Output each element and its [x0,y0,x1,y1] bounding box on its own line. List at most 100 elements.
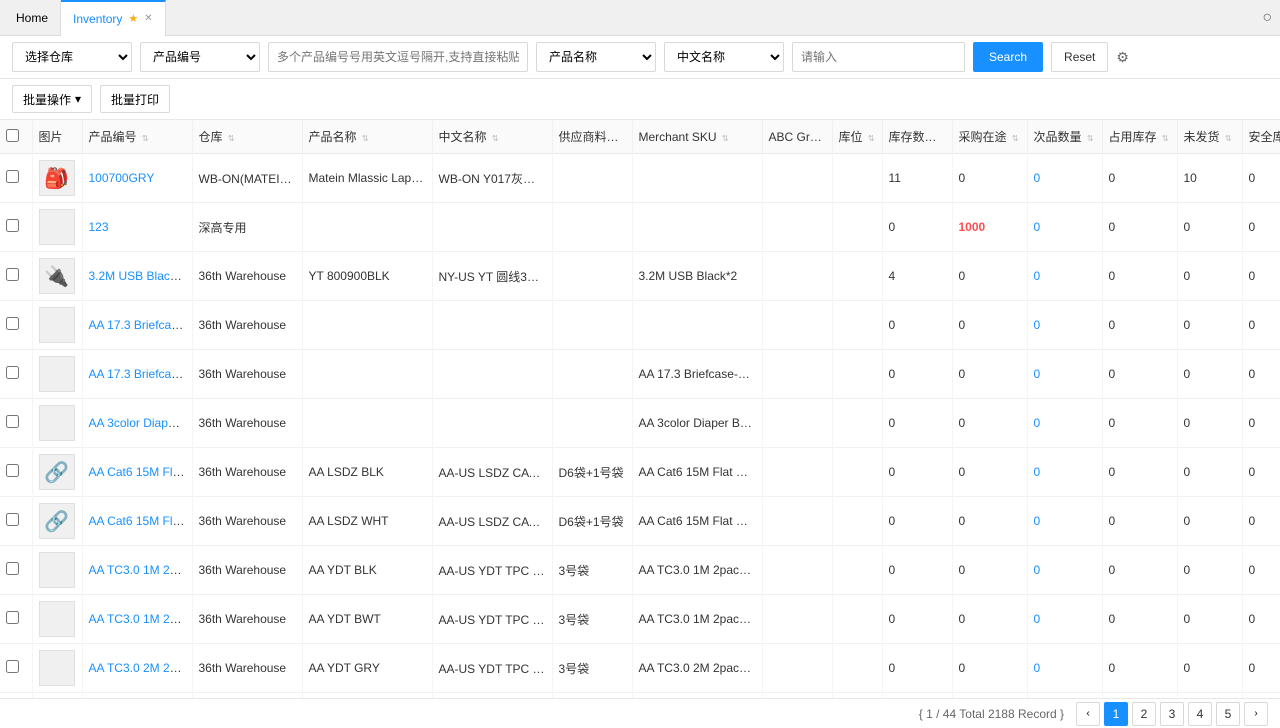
header-supplier[interactable]: 供应商料号 ⇅ [552,120,632,154]
star-icon[interactable]: ★ [128,12,138,25]
page-2-button[interactable]: 2 [1132,702,1156,726]
sku-link[interactable]: AA Cat6 15M Flat WHT LSDZ 2004A [89,514,193,528]
row-checkbox[interactable] [6,464,19,477]
sku-link[interactable]: 3.2M USB Black*2 [89,269,188,283]
row-checkbox-cell[interactable] [0,350,32,399]
row-secondary[interactable]: 0 [1027,497,1102,546]
header-safe[interactable]: 安全库存 ⇅ [1242,120,1280,154]
row-secondary[interactable]: 0 [1027,154,1102,203]
sku-input[interactable] [268,42,528,72]
close-icon[interactable]: ✕ [144,13,152,24]
secondary-link[interactable]: 0 [1034,367,1041,381]
secondary-link[interactable]: 0 [1034,563,1041,577]
row-checkbox[interactable] [6,317,19,330]
secondary-link[interactable]: 0 [1034,465,1041,479]
header-occupied[interactable]: 占用库存 ⇅ [1102,120,1177,154]
sku-select[interactable]: 产品编号 [140,42,260,72]
row-sku[interactable]: AA 17.3 Briefcase-6601 BLK LQX 10... [82,301,192,350]
header-stock[interactable]: 库存数量 ⇅ [882,120,952,154]
row-secondary[interactable]: 0 [1027,350,1102,399]
row-checkbox[interactable] [6,415,19,428]
sku-link[interactable]: AA 17.3 Briefcase-6601 BLK LQX 10... [89,367,193,381]
header-cname[interactable]: 中文名称 ⇅ [432,120,552,154]
secondary-link[interactable]: 0 [1034,171,1041,185]
sort-icon[interactable]: ⇅ [142,134,149,143]
secondary-link[interactable]: 0 [1034,220,1041,234]
sort-icon[interactable]: ⇅ [1012,134,1019,143]
sort-icon[interactable]: ⇅ [1162,134,1169,143]
header-loc[interactable]: 库位 ⇅ [832,120,882,154]
sku-link[interactable]: AA Cat6 15M Flat BLK LSDZ 2005A [89,465,193,479]
row-checkbox[interactable] [6,268,19,281]
product-name-select[interactable]: 产品名称 [536,42,656,72]
sku-link[interactable]: AA TC3.0 1M 2pack Nylon BWT YDT ... [89,612,193,626]
row-sku[interactable]: AA TC3.0 1M 2pack Nylon BWT YDT ... [82,595,192,644]
window-close-icon[interactable]: ○ [1262,9,1272,27]
row-secondary[interactable]: 0 [1027,399,1102,448]
row-secondary[interactable]: 0 [1027,301,1102,350]
page-5-button[interactable]: 5 [1216,702,1240,726]
reset-button[interactable]: Reset [1051,42,1108,72]
row-secondary[interactable]: 0 [1027,448,1102,497]
row-sku[interactable]: 3.2M USB Black*2 [82,252,192,301]
header-secondary[interactable]: 次品数量 ⇅ [1027,120,1102,154]
sort-icon[interactable]: ⇅ [722,134,729,143]
sku-link[interactable]: AA TC3.0 2M 2pack Nylon GRY YDT 2... [89,661,193,675]
sku-link[interactable]: AA TC3.0 1M 2pack Nylon BLK YDT 2... [89,563,193,577]
select-all-checkbox[interactable] [6,129,19,142]
row-checkbox-cell[interactable] [0,595,32,644]
row-checkbox-cell[interactable] [0,546,32,595]
sku-link[interactable]: 100700GRY [89,171,155,185]
sort-icon[interactable]: ⇅ [1225,134,1232,143]
row-secondary[interactable]: 0 [1027,595,1102,644]
row-secondary[interactable]: 0 [1027,252,1102,301]
row-checkbox[interactable] [6,562,19,575]
sort-icon[interactable]: ⇅ [868,134,875,143]
batch-action-button[interactable]: 批量操作 ▾ [12,85,92,113]
row-checkbox[interactable] [6,170,19,183]
page-1-button[interactable]: 1 [1104,702,1128,726]
row-checkbox-cell[interactable] [0,399,32,448]
sort-icon[interactable]: ⇅ [1087,134,1094,143]
sort-icon[interactable]: ⇅ [624,134,631,143]
batch-print-button[interactable]: 批量打印 [100,85,170,113]
row-sku[interactable]: 123 [82,203,192,252]
page-4-button[interactable]: 4 [1188,702,1212,726]
header-name[interactable]: 产品名称 ⇅ [302,120,432,154]
row-sku[interactable]: AA TC3.0 2M 2pack Nylon GRY YDT 2... [82,644,192,693]
secondary-link[interactable]: 0 [1034,661,1041,675]
page-3-button[interactable]: 3 [1160,702,1184,726]
row-secondary[interactable]: 0 [1027,203,1102,252]
row-sku[interactable]: AA Cat6 15M Flat BLK LSDZ 2005A [82,448,192,497]
row-checkbox-cell[interactable] [0,448,32,497]
warehouse-select[interactable]: 选择仓库 [12,42,132,72]
row-checkbox[interactable] [6,513,19,526]
row-secondary[interactable]: 0 [1027,546,1102,595]
secondary-link[interactable]: 0 [1034,318,1041,332]
row-checkbox-cell[interactable] [0,203,32,252]
secondary-link[interactable]: 0 [1034,612,1041,626]
header-abc[interactable]: ABC Grade ⇅ [762,120,832,154]
sort-icon[interactable]: ⇅ [362,134,369,143]
sku-link[interactable]: AA 17.3 Briefcase-6601 BLK LQX 10... [89,318,193,332]
sort-icon[interactable]: ⇅ [942,134,949,143]
row-sku[interactable]: AA Cat6 15M Flat WHT LSDZ 2004A [82,497,192,546]
header-msku[interactable]: Merchant SKU ⇅ [632,120,762,154]
row-checkbox[interactable] [6,366,19,379]
next-page-button[interactable]: › [1244,702,1268,726]
row-secondary[interactable]: 0 [1027,644,1102,693]
cn-name-input[interactable] [792,42,965,72]
row-sku[interactable]: 100700GRY [82,154,192,203]
prev-page-button[interactable]: ‹ [1076,702,1100,726]
search-button[interactable]: Search [973,42,1043,72]
filter-icon[interactable]: ⚙ [1116,49,1129,66]
row-checkbox-cell[interactable] [0,154,32,203]
sort-icon[interactable]: ⇅ [492,134,499,143]
header-wh[interactable]: 仓库 ⇅ [192,120,302,154]
header-sku[interactable]: 产品编号 ⇅ [82,120,192,154]
row-checkbox-cell[interactable] [0,644,32,693]
row-sku[interactable]: AA 3color Diaper Bag PNK LZX1107C [82,399,192,448]
row-checkbox[interactable] [6,611,19,624]
sku-link[interactable]: 123 [89,220,109,234]
header-checkbox[interactable] [0,120,32,154]
